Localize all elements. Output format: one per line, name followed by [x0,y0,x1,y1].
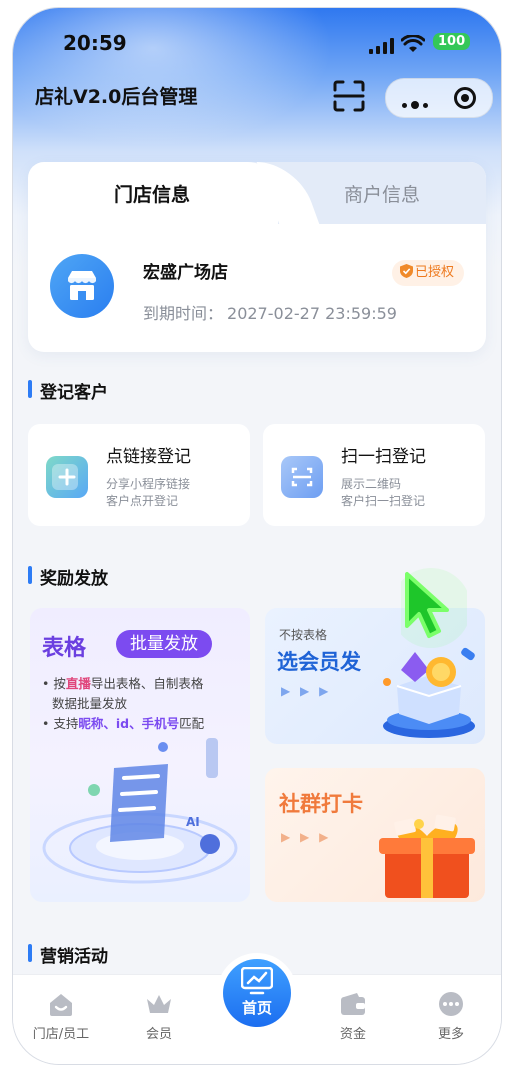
wallet-icon [341,993,365,1015]
register-link-title: 点链接登记 [106,447,191,467]
reward-table-desc-line1: • 按直播导出表格、自制表格 [42,674,204,694]
tab-store-staff[interactable]: 门店/员工 [21,991,101,1042]
group-checkin-title: 社群打卡 [279,792,363,816]
tab-store-staff-label: 门店/员工 [32,1027,90,1042]
desc-line1-c: 导出表格、自制表格 [90,676,204,691]
desc-line3-b: 昵称、id、手机号 [78,716,180,731]
shield-check-icon [400,264,413,278]
select-member-arrows: ▶ ▶ ▶ [281,684,332,698]
authorized-badge: 已授权 [392,260,465,286]
tab-home-label: 首页 [241,999,272,1017]
select-member-subtitle: 不按表格 [279,628,328,642]
tab-member-label: 会员 [145,1027,172,1042]
register-scan-desc-line1: 展示二维码 [341,477,402,491]
register-by-scan-card[interactable]: 扫一扫登记 展示二维码 客户扫一扫登记 [263,424,485,526]
nav-bar: 店礼V2.0后台管理 [13,78,501,124]
chart-icon [241,967,273,995]
reward-table-desc-line3: • 支持昵称、id、手机号匹配 [42,714,204,734]
expire-value: 2027-02-27 23:59:59 [227,304,397,323]
register-scan-desc: 展示二维码 客户扫一扫登记 [341,476,425,510]
register-link-desc-line2: 客户点开登记 [106,494,179,508]
register-scan-desc-line2: 客户扫一扫登记 [341,494,426,508]
desc-line1-b: 直播 [65,676,91,691]
register-link-desc: 分享小程序链接 客户点开登记 [106,476,190,510]
table-illustration: AI [42,738,238,884]
crown-icon [147,995,171,1013]
tab-member[interactable]: 会员 [119,991,199,1042]
scan-icon[interactable] [331,78,367,114]
signal-icon [369,38,394,54]
home-icon [50,994,72,1016]
reward-table-title: 表格 [42,636,87,661]
register-by-link-card[interactable]: 点链接登记 分享小程序链接 客户点开登记 [28,424,250,526]
tab-funds[interactable]: 资金 [313,991,393,1042]
store-name: 宏盛广场店 [143,263,228,283]
register-link-desc-line1: 分享小程序链接 [106,477,191,491]
red-gift-box-illustration [379,814,475,898]
authorized-badge-label: 已授权 [415,265,455,280]
desc-line3-c: 匹配 [179,716,205,731]
more-icon [439,992,463,1016]
store-icon [50,254,114,318]
app-title: 店礼V2.0后台管理 [35,86,198,108]
desc-line3-a: • 支持 [42,716,79,731]
phone-screen: 20:59 100 店礼V2.0后台管理 门店信息 商户信息 宏盛广场店 已授权… [13,8,501,1064]
reward-table-card[interactable]: 表格 批量发放 • 按直播导出表格、自制表格 数据批量发放 • 支持昵称、id、… [30,608,250,902]
status-time: 20:59 [63,31,127,55]
ai-label: AI [186,815,200,829]
group-checkin-card[interactable]: 社群打卡 ▶ ▶ ▶ [265,768,485,902]
tab-merchant-info[interactable]: 商户信息 [344,180,420,207]
reward-table-desc-line2: 数据批量发放 [52,696,128,711]
expire-line: 到期时间： 2027-02-27 23:59:59 [143,300,397,324]
tab-home-inner: 首页 [223,959,291,1027]
tab-more[interactable]: 更多 [411,991,491,1042]
desc-line1-a: • 按 [42,676,66,691]
reward-table-desc: • 按直播导出表格、自制表格 数据批量发放 • 支持昵称、id、手机号匹配 [42,674,204,734]
more-menu-icon[interactable] [402,93,432,112]
expire-label: 到期时间： [143,304,224,323]
gift-box-illustration [383,647,475,738]
battery-indicator: 100 [433,33,471,50]
tab-store-info[interactable]: 门店信息 [114,180,190,207]
tab-more-label: 更多 [437,1027,464,1042]
miniprogram-capsule [385,78,493,118]
link-register-icon [46,456,88,498]
group-checkin-arrows: ▶ ▶ ▶ [281,830,332,844]
pointer-cursor-icon [401,568,467,648]
section-title-reward: 奖励发放 [28,564,108,589]
register-scan-title: 扫一扫登记 [341,447,426,467]
status-bar: 20:59 100 [13,28,501,58]
bottom-tab-bar: 门店/员工 会员 首页 资金 更多 [13,953,501,1064]
section-title-register: 登记客户 [28,378,108,403]
wifi-icon [401,35,425,52]
store-info-card: 门店信息 商户信息 宏盛广场店 已授权 到期时间： 2027-02-27 23:5… [28,162,486,352]
close-miniprogram-icon[interactable] [454,87,476,109]
select-member-title: 选会员发 [277,650,361,674]
tab-home[interactable]: 首页 [217,953,297,1033]
batch-issue-badge: 批量发放 [116,630,212,658]
tab-funds-label: 资金 [339,1027,366,1042]
scan-register-icon [281,456,323,498]
section-title-marketing: 营销活动 [28,942,108,967]
